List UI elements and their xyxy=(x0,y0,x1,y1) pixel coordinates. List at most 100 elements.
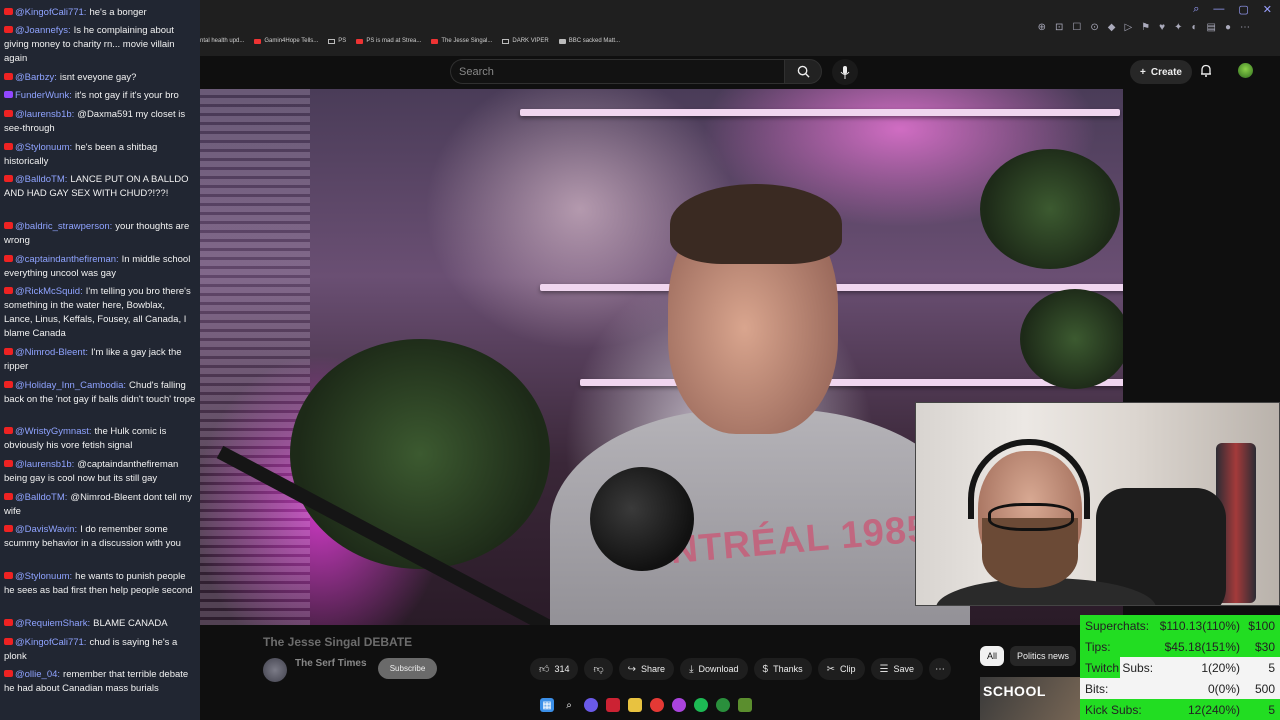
person-hair xyxy=(670,184,842,264)
youtube-icon xyxy=(4,143,13,150)
share-button[interactable]: ↪ Share xyxy=(618,658,675,680)
playlist-add-icon: ☰ xyxy=(879,663,889,675)
subscribe-button[interactable]: Subscribe xyxy=(378,658,437,679)
file-explorer-icon[interactable] xyxy=(628,698,642,712)
shelf xyxy=(520,109,1120,116)
video-actions: 👍︎ 314 👎︎ ↪ Share ⤓ Download $ Thanks ✂ … xyxy=(530,658,951,680)
chat-username: @Stylonuum: xyxy=(15,571,73,582)
clip-label: Clip xyxy=(839,664,856,674)
goal-target: 500 xyxy=(1254,681,1275,696)
bookmark-label: PS is mad at Strea... xyxy=(366,38,422,44)
close-icon[interactable]: ✕ xyxy=(1263,3,1272,16)
folder-icon xyxy=(502,38,510,44)
bookmark-item[interactable]: Gamin4Hope Tells... xyxy=(254,38,318,44)
chat-username: @BalldoTM: xyxy=(15,492,68,503)
sidebar-icon[interactable]: ▤ xyxy=(1207,22,1216,33)
audio-icon[interactable]: ◐ xyxy=(1191,22,1197,33)
goal-row: Bits: 0(0%) 500 xyxy=(1080,678,1280,699)
microphone xyxy=(590,467,694,571)
translate-icon[interactable]: ⊡ xyxy=(1055,22,1063,33)
filter-chips: All Politics news xyxy=(980,646,1077,666)
heart-icon[interactable]: ♥ xyxy=(1159,22,1165,33)
chat-username: @laurensb1b: xyxy=(15,109,75,120)
minecraft-icon[interactable] xyxy=(738,698,752,712)
youtube-icon xyxy=(4,638,13,645)
chip-politics-news[interactable]: Politics news xyxy=(1010,646,1077,666)
bookmark-icon[interactable]: ☐ xyxy=(1072,22,1081,33)
chat-text: it's not gay if it's your bro xyxy=(74,90,179,101)
chip-all[interactable]: All xyxy=(980,646,1005,666)
plus-icon: + xyxy=(1140,66,1146,78)
save-button[interactable]: ☰ Save xyxy=(870,658,923,680)
minimize-icon[interactable]: — xyxy=(1213,3,1224,16)
chat-app-icon[interactable] xyxy=(584,698,598,712)
recommended-video-thumbnail[interactable]: SCHOOL xyxy=(980,677,1080,720)
spotify-icon[interactable] xyxy=(694,698,708,712)
shield-icon[interactable]: ◆ xyxy=(1108,22,1116,33)
extension-toolbar: ⊕ ⊡ ☐ ⊙ ◆ ▷ ⚑ ♥ ✦ ◐ ▤ ● ⋯ xyxy=(1038,22,1250,33)
chat-username: @KingofCali771: xyxy=(15,7,87,18)
zoom-icon[interactable]: ⊕ xyxy=(1038,22,1046,33)
share-label: Share xyxy=(641,664,666,674)
search-icon[interactable]: ⌕ xyxy=(562,698,576,712)
goal-row: Tips: $45.18(151%) $30 xyxy=(1080,636,1280,657)
chat-text: BLAME CANADA xyxy=(93,618,168,629)
clip-button[interactable]: ✂ Clip xyxy=(817,658,865,680)
dislike-button[interactable]: 👎︎ xyxy=(584,658,613,680)
youtube-header: + Create xyxy=(200,56,1280,89)
bookmark-item[interactable]: BBC sacked Matt... xyxy=(558,38,620,44)
obs-icon[interactable] xyxy=(672,698,686,712)
flag-icon[interactable]: ⚑ xyxy=(1141,22,1150,33)
maximize-icon[interactable]: ▢ xyxy=(1238,3,1248,16)
search-input[interactable] xyxy=(451,60,784,83)
twitch-icon xyxy=(4,91,13,98)
chat-username: @Stylonuum: xyxy=(15,142,73,153)
download-button[interactable]: ⤓ Download xyxy=(680,658,748,680)
notifications-bell-icon[interactable] xyxy=(1200,64,1212,80)
more-actions-button[interactable]: ⋯ xyxy=(928,658,951,680)
youtube-icon xyxy=(254,38,262,44)
account-avatar[interactable] xyxy=(1238,63,1253,78)
bookmark-label: Gamin4Hope Tells... xyxy=(264,38,319,44)
bookmark-item[interactable]: PS xyxy=(328,38,346,44)
voice-search-button[interactable] xyxy=(832,59,858,85)
bookmarks-bar: ntal health upd... Gamin4Hope Tells... PS P… xyxy=(200,38,620,44)
bookmark-item[interactable]: PS is mad at Strea... xyxy=(356,38,421,44)
create-button[interactable]: + Create xyxy=(1130,60,1192,84)
create-label: Create xyxy=(1150,66,1182,78)
bookmark-item[interactable]: ntal health upd... xyxy=(200,38,244,44)
channel-avatar[interactable] xyxy=(263,658,287,682)
windows-start-icon[interactable]: ▦ xyxy=(540,698,554,712)
profile-icon[interactable]: ● xyxy=(1225,22,1231,33)
thanks-button[interactable]: $ Thanks xyxy=(753,658,812,680)
chat-username: @WristyGymnast: xyxy=(15,426,92,437)
play-icon[interactable]: ▷ xyxy=(1124,22,1132,33)
xbox-icon[interactable] xyxy=(716,698,730,712)
puzzle-icon[interactable]: ✦ xyxy=(1174,22,1182,33)
chat-username: @BalldoTM: xyxy=(15,174,68,185)
plant xyxy=(980,149,1120,269)
chat-message: @Nimrod-Bleent: I'm like a gay jack the r… xyxy=(4,346,196,374)
thanks-label: Thanks xyxy=(773,664,803,674)
chat-username: @captaindanthefireman: xyxy=(15,254,119,265)
youtube-icon xyxy=(4,619,13,626)
youtube-icon xyxy=(356,38,364,44)
app-icon[interactable] xyxy=(606,698,620,712)
search-icon[interactable]: ⌕ xyxy=(1193,3,1199,16)
goal-target: 5 xyxy=(1268,702,1275,717)
like-count: 314 xyxy=(554,664,570,674)
chat-message: @RickMcSquid: I'm telling you bro there's… xyxy=(4,285,196,341)
channel-name[interactable]: The Serf Times xyxy=(295,658,367,669)
bookmark-item[interactable]: DARK VIPER xyxy=(502,38,549,44)
chrome-icon[interactable] xyxy=(650,698,664,712)
chat-username: @baldric_strawperson: xyxy=(15,221,113,232)
menu-dots-icon[interactable]: ⋯ xyxy=(1240,22,1250,33)
like-button[interactable]: 👍︎ 314 xyxy=(530,658,579,680)
chat-message: @captaindanthefireman: In middle school e… xyxy=(4,253,196,281)
chat-username: @Barbzy: xyxy=(15,72,57,83)
youtube-icon xyxy=(4,460,13,467)
bookmark-item[interactable]: The Jesse Singal... xyxy=(431,38,492,44)
search-button[interactable] xyxy=(784,59,822,84)
pin-icon[interactable]: ⊙ xyxy=(1090,22,1098,33)
thumbnail-text: SCHOOL xyxy=(983,683,1046,699)
